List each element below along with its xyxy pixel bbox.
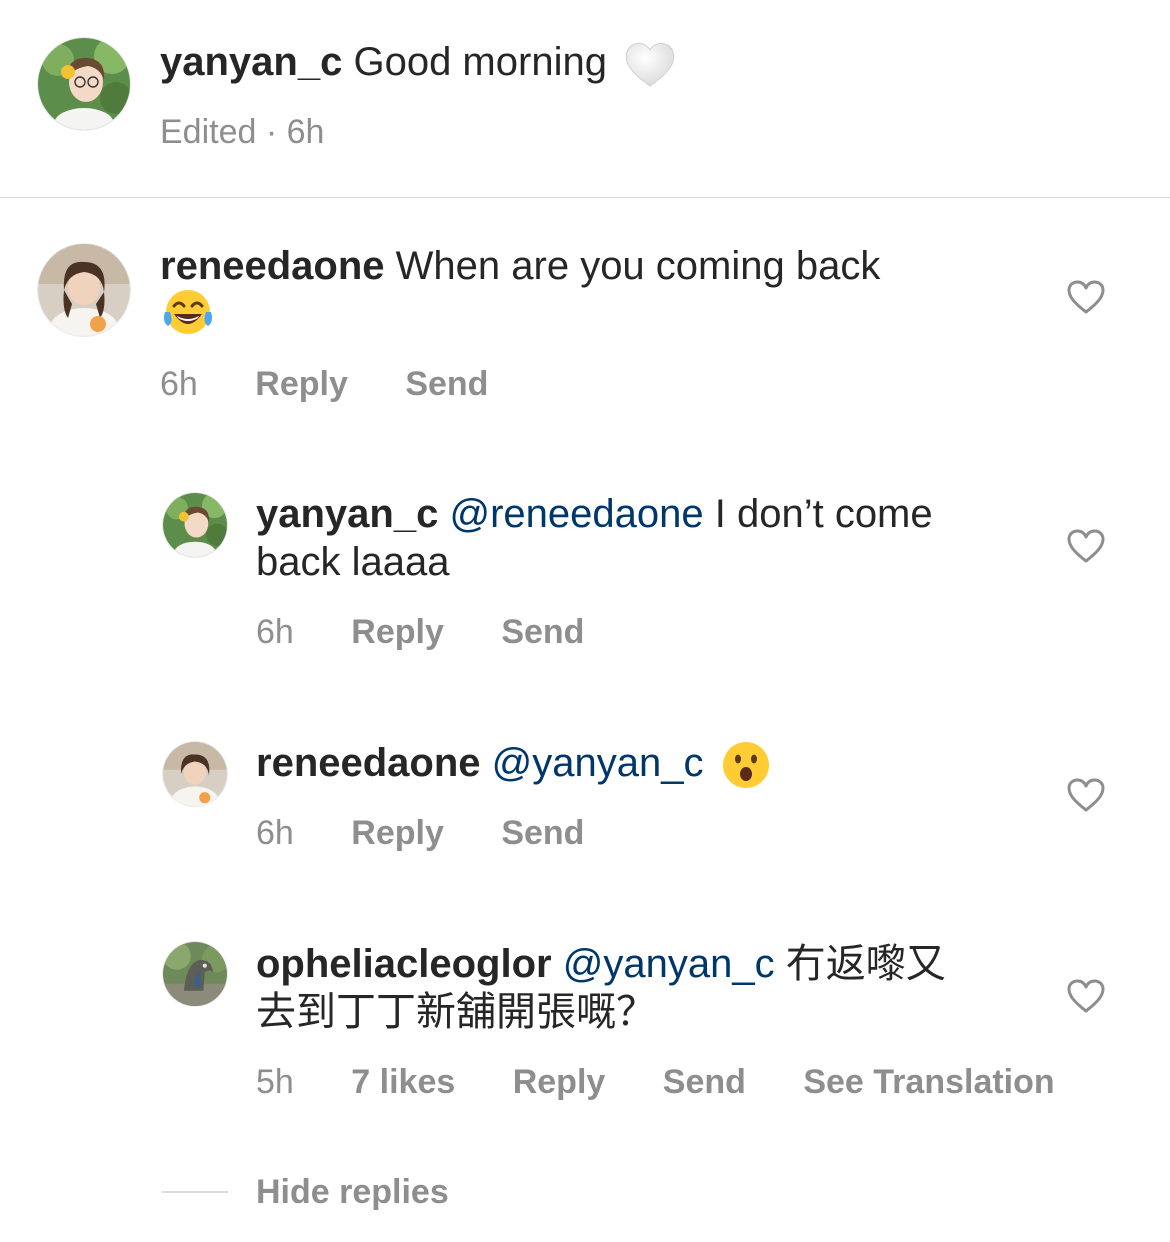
comment-meta: 6h Reply Send bbox=[256, 612, 584, 652]
comment-meta: 6h Reply Send bbox=[256, 813, 584, 853]
comment-body: When are you coming back bbox=[395, 244, 881, 288]
comment-time: 5h bbox=[256, 1063, 294, 1101]
comment-meta: 5h 7 likes Reply Send See Translation bbox=[256, 1062, 1055, 1102]
mention-link[interactable]: @reneedaone bbox=[449, 492, 703, 536]
hide-replies-divider bbox=[162, 1191, 228, 1193]
reply-button[interactable]: Reply bbox=[513, 1063, 606, 1101]
comment-username[interactable]: reneedaone bbox=[256, 741, 481, 785]
white-heart-icon bbox=[624, 40, 676, 88]
comment-text-line2: back laaaa bbox=[256, 540, 450, 584]
send-button[interactable]: Send bbox=[501, 814, 584, 852]
comment-text: reneedaone When are you coming back bbox=[160, 242, 880, 290]
comment-meta: 6h Reply Send bbox=[160, 364, 488, 404]
caption-username[interactable]: yanyan_c bbox=[160, 40, 342, 84]
reply-button[interactable]: Reply bbox=[351, 814, 444, 852]
like-heart-icon[interactable] bbox=[1067, 280, 1105, 314]
avatar[interactable] bbox=[38, 244, 130, 336]
mention-link[interactable]: @yanyan_c bbox=[492, 741, 704, 785]
comment-text: yanyan_c @reneedaone I don’t come bbox=[256, 490, 933, 538]
comment-text: opheliacleoglor @yanyan_c 冇返嚟又 bbox=[256, 940, 946, 988]
comment-body: 冇返嚟又 bbox=[785, 942, 946, 986]
caption-text: yanyan_c Good morning bbox=[160, 38, 676, 88]
divider bbox=[0, 197, 1170, 198]
comment-username[interactable]: yanyan_c bbox=[256, 492, 438, 536]
caption-body: Good morning bbox=[353, 40, 607, 84]
tears-of-joy-icon bbox=[162, 288, 214, 338]
avatar[interactable] bbox=[163, 742, 227, 806]
likes-count-button[interactable]: 7 likes bbox=[351, 1063, 455, 1101]
comment-body: I don’t come bbox=[714, 492, 933, 536]
send-button[interactable]: Send bbox=[663, 1063, 746, 1101]
comment-text: reneedaone @yanyan_c bbox=[256, 739, 771, 790]
comment-text-line2: 去到丁丁新舖開張嘅？ bbox=[256, 990, 656, 1034]
avatar[interactable] bbox=[38, 38, 130, 130]
avatar[interactable] bbox=[163, 942, 227, 1006]
hushed-face-icon bbox=[721, 740, 771, 790]
like-heart-icon[interactable] bbox=[1067, 778, 1105, 812]
caption-meta: Edited · 6h bbox=[160, 113, 325, 151]
send-button[interactable]: Send bbox=[405, 365, 488, 403]
reply-button[interactable]: Reply bbox=[255, 365, 348, 403]
comment-time: 6h bbox=[160, 365, 198, 403]
like-heart-icon[interactable] bbox=[1067, 979, 1105, 1013]
comment-username[interactable]: opheliacleoglor bbox=[256, 942, 552, 986]
comment-time: 6h bbox=[256, 613, 294, 651]
hide-replies-button[interactable]: Hide replies bbox=[256, 1172, 449, 1212]
avatar[interactable] bbox=[163, 493, 227, 557]
comment-time: 6h bbox=[256, 814, 294, 852]
send-button[interactable]: Send bbox=[501, 613, 584, 651]
reply-button[interactable]: Reply bbox=[351, 613, 444, 651]
see-translation-button[interactable]: See Translation bbox=[803, 1063, 1054, 1101]
comment-username[interactable]: reneedaone bbox=[160, 244, 385, 288]
mention-link[interactable]: @yanyan_c bbox=[563, 942, 775, 986]
like-heart-icon[interactable] bbox=[1067, 529, 1105, 563]
